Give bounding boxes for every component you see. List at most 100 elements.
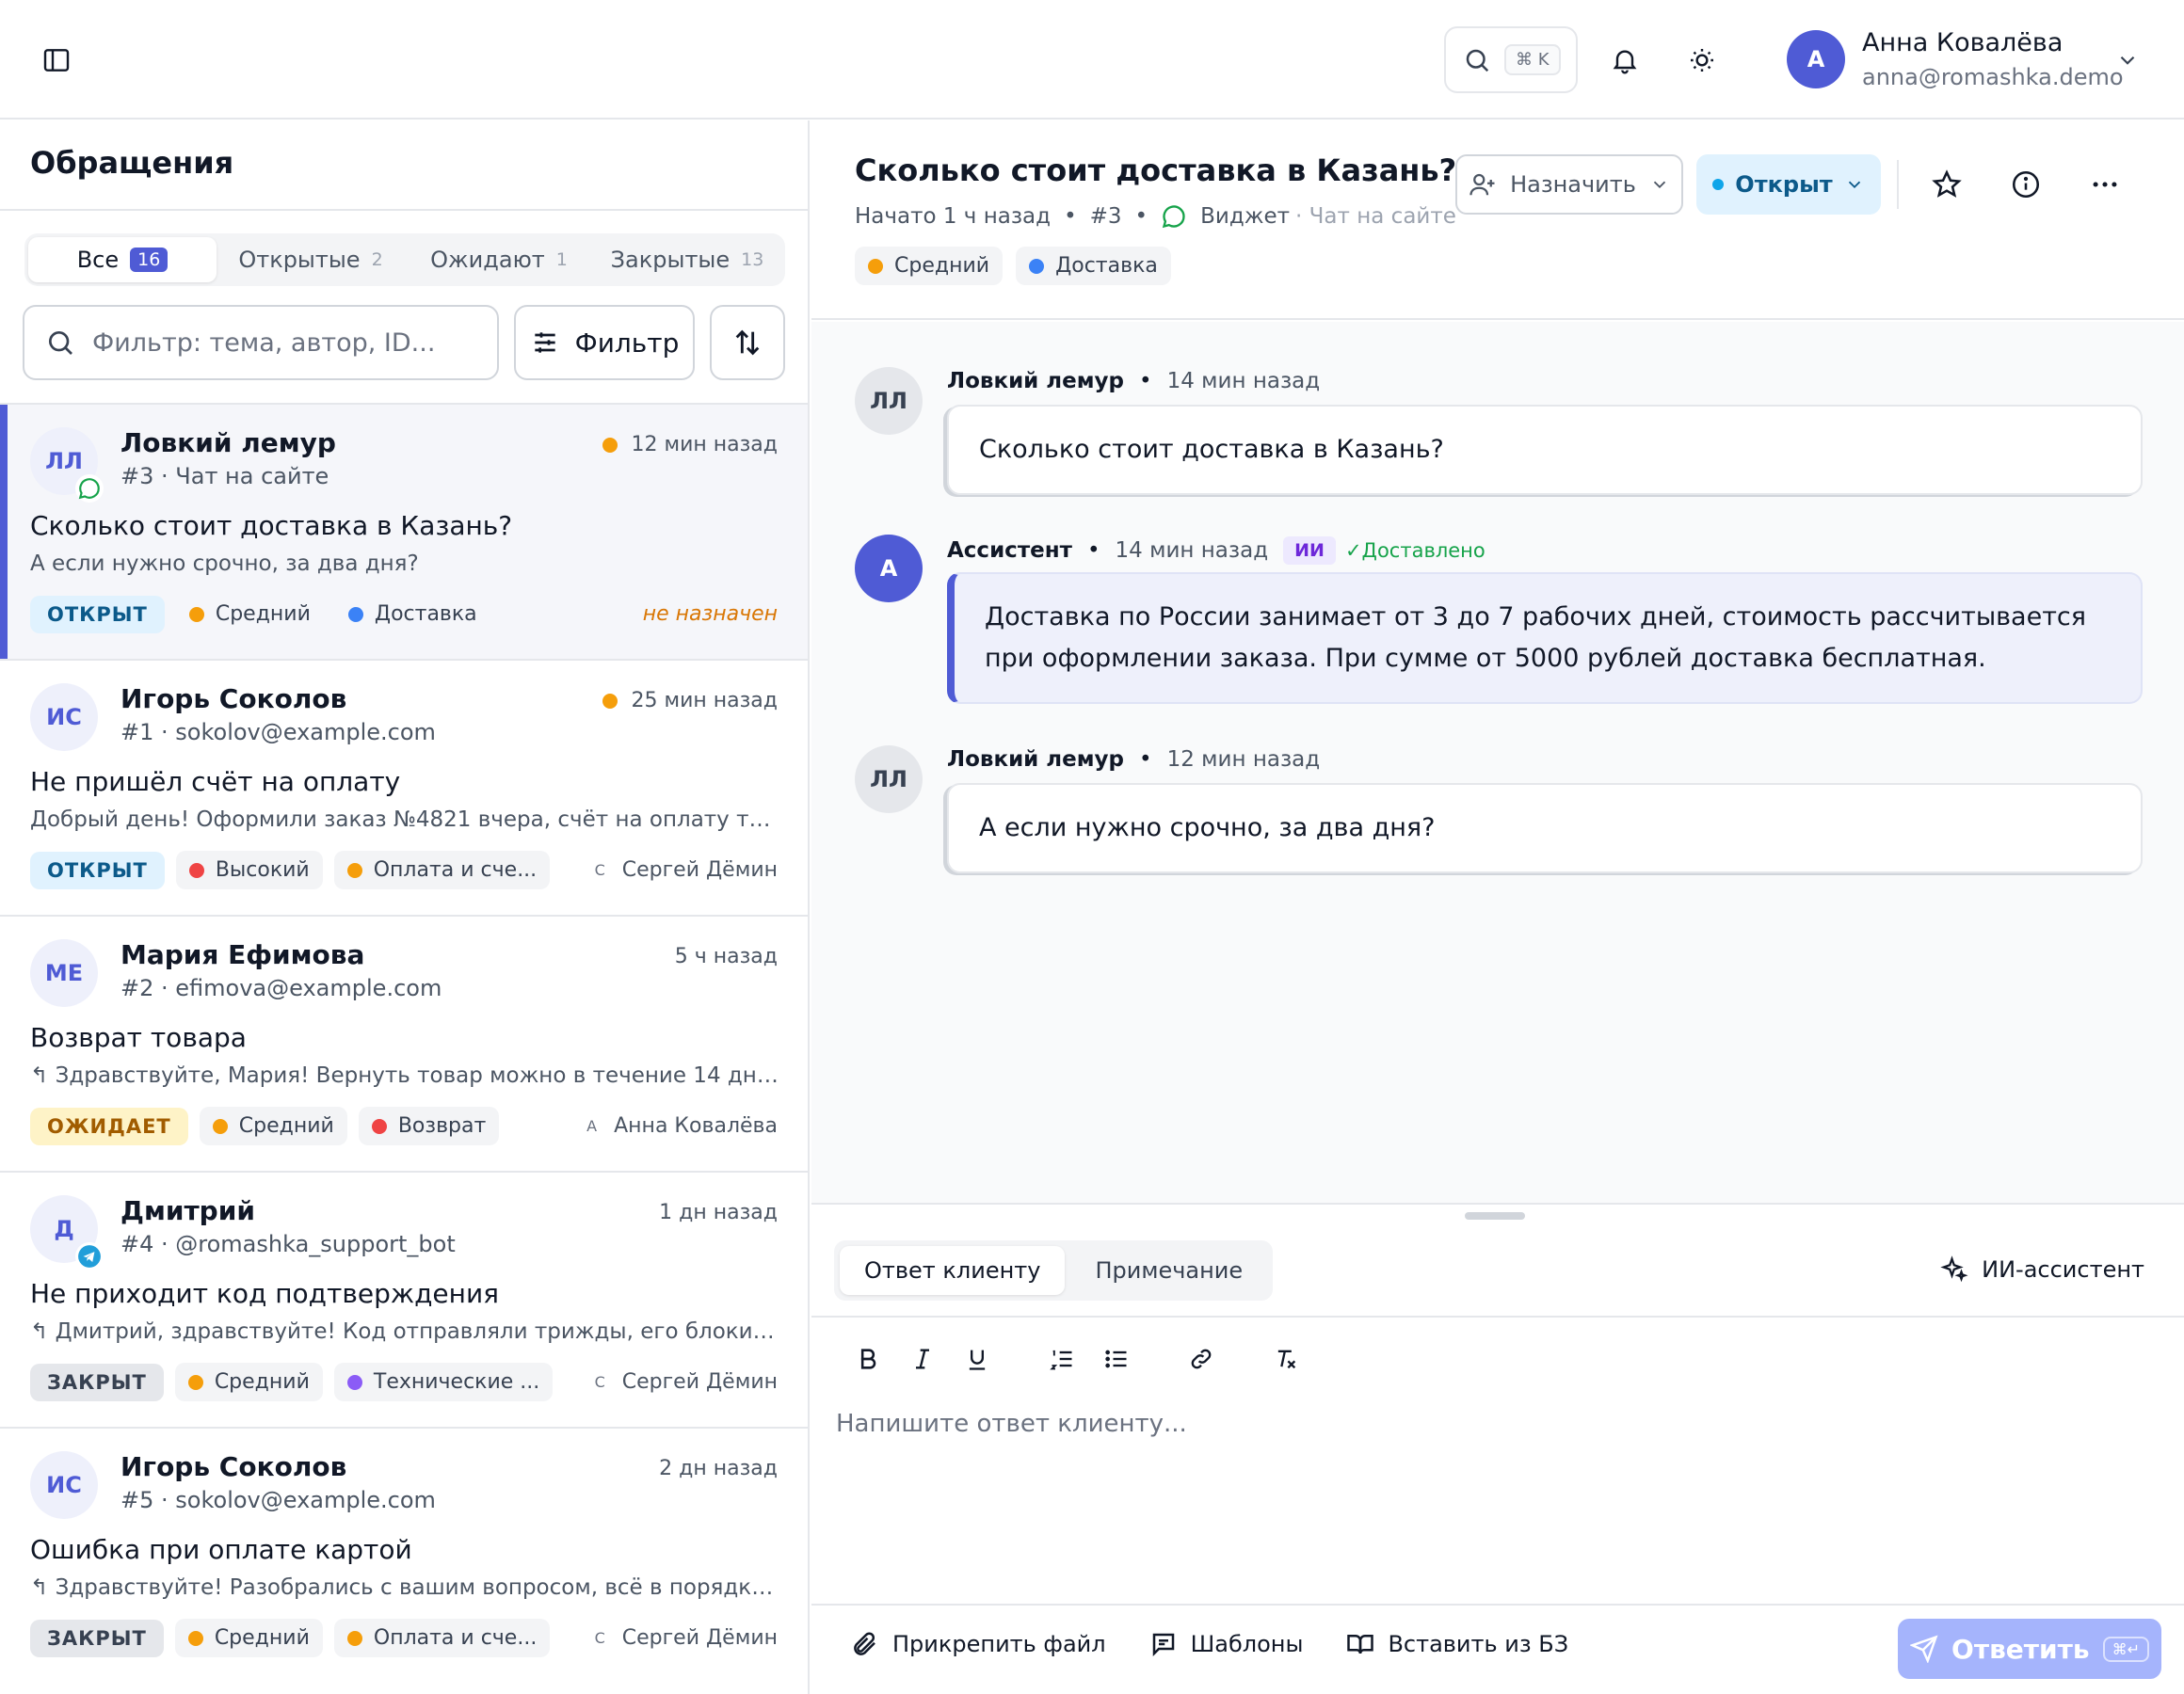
conversation-item[interactable]: ИС Игорь Соколов #5 · sokolov@example.co…: [0, 1427, 808, 1683]
reply-editor[interactable]: [832, 1402, 2160, 1553]
composer-actions: Прикрепить файл Шаблоны Вставить из БЗ: [851, 1630, 1568, 1658]
clear-format-icon[interactable]: [1263, 1336, 1309, 1382]
user-menu-chevron-down-icon[interactable]: [2111, 43, 2144, 77]
conversation-subject: Возврат товара: [30, 1022, 247, 1053]
sliders-icon: [530, 328, 560, 358]
priority-dot: [602, 437, 618, 453]
star-icon[interactable]: [1926, 164, 1967, 205]
ticket-source: @romashka_support_bot: [175, 1231, 456, 1257]
tab-reply[interactable]: Ответ клиенту: [840, 1246, 1066, 1295]
message: ЛЛ Ловкий лемур • 14 мин назад Сколько сто…: [855, 367, 2154, 499]
conversation-tags: ОЖИДАЕТ Средний Возврат: [30, 1107, 500, 1145]
conversation-list: ЛЛ Ловкий лемур #3 · Чат на сайте 12 мин…: [0, 403, 808, 1683]
message-thread: ЛЛ Ловкий лемур • 14 мин назад Сколько сто…: [811, 322, 2184, 1203]
link-icon[interactable]: [1179, 1336, 1224, 1382]
message-header: Ловкий лемур • 12 мин назад: [947, 747, 1320, 772]
reply-arrow-icon: ↰: [30, 1575, 56, 1600]
assign-button[interactable]: Назначить: [1455, 154, 1683, 215]
sort-button[interactable]: [710, 305, 785, 380]
customer-name: Игорь Соколов: [120, 1451, 347, 1482]
resize-handle[interactable]: [1465, 1212, 1525, 1220]
reply-arrow-icon: ↰: [30, 1319, 56, 1344]
tab-closed[interactable]: Закрытые 13: [593, 237, 781, 282]
message-author: Ловкий лемур: [947, 369, 1125, 393]
conversation-tags: ЗАКРЫТ Средний Оплата и сче...: [30, 1619, 551, 1657]
message-author: Ловкий лемур: [947, 747, 1125, 772]
customer-name: Дмитрий: [120, 1195, 255, 1226]
assignee: не назначен: [643, 602, 778, 626]
ordered-list-icon[interactable]: [1039, 1336, 1084, 1382]
italic-icon[interactable]: [900, 1336, 945, 1382]
tab-all[interactable]: Все 16: [28, 237, 217, 282]
search-icon: [45, 328, 75, 358]
category-tag: Оплата и сче...: [333, 1619, 551, 1657]
sort-arrows-icon: [731, 327, 763, 359]
ai-assistant-button[interactable]: ИИ-ассистент: [1940, 1255, 2144, 1284]
ticket-title: Сколько стоит доставка в Казань?: [855, 152, 1457, 188]
ticket-id: #5: [120, 1487, 154, 1513]
priority-tag: Средний: [176, 595, 324, 633]
assignee-initial: С: [594, 861, 605, 879]
bullet-list-icon[interactable]: [1094, 1336, 1139, 1382]
message-header: Ловкий лемур • 14 мин назад: [947, 369, 1320, 393]
insert-kb-button[interactable]: Вставить из БЗ: [1346, 1630, 1568, 1658]
underline-icon[interactable]: [955, 1336, 1000, 1382]
sidebar-toggle-icon[interactable]: [38, 41, 75, 79]
kb-label: Вставить из БЗ: [1388, 1631, 1569, 1657]
send-reply-button[interactable]: Ответить ⌘↵: [1898, 1619, 2161, 1679]
meta-separator: •: [1134, 204, 1148, 229]
delivered-status: ✓Доставлено: [1344, 539, 1485, 562]
ticket-panel: Сколько стоит доставка в Казань? Начато …: [811, 120, 2184, 1694]
sparkles-icon: [1940, 1255, 1968, 1284]
assignee-initial: С: [594, 1629, 605, 1647]
conversation-item[interactable]: ЛЛ Ловкий лемур #3 · Чат на сайте 12 мин…: [0, 403, 808, 659]
reply-arrow-icon: ↰: [30, 1063, 56, 1088]
tab-note[interactable]: Примечание: [1070, 1246, 1267, 1295]
conversation-time: 12 мин назад: [602, 433, 778, 456]
templates-button[interactable]: Шаблоны: [1149, 1630, 1304, 1658]
global-search-button[interactable]: ⌘ K: [1444, 26, 1578, 93]
message-time: 14 мин назад: [1115, 538, 1269, 563]
theme-sun-icon[interactable]: [1681, 40, 1723, 81]
filter-input[interactable]: [92, 328, 469, 358]
conversation-subject: Не пришёл счёт на оплату: [30, 766, 401, 797]
tab-label: Открытые: [238, 247, 361, 273]
message-time: 14 мин назад: [1166, 369, 1321, 393]
tab-count: 16: [130, 248, 169, 272]
info-icon[interactable]: [2005, 164, 2047, 205]
time-text: 1 дн назад: [659, 1201, 778, 1224]
customer-avatar: МЕ: [30, 939, 98, 1007]
assignee-name: Сергей Дёмин: [621, 1370, 778, 1394]
conversation-item[interactable]: ИС Игорь Соколов #1 · sokolov@example.co…: [0, 659, 808, 915]
bold-icon[interactable]: [845, 1336, 891, 1382]
inbox-tabs: Все 16 Открытые 2 Ожидают 1 Закрытые 13: [24, 233, 785, 286]
ticket-tags: Средний Доставка: [855, 247, 1171, 285]
tab-waiting[interactable]: Ожидают 1: [405, 237, 593, 282]
conversation-tags: ЗАКРЫТ Средний Технические ...: [30, 1363, 554, 1401]
ticket-source: Чат на сайте: [175, 463, 329, 489]
ticket-source: efimova@example.com: [175, 975, 442, 1001]
customer-avatar: ИС: [30, 1451, 98, 1519]
tab-count: 1: [555, 249, 568, 270]
filter-button[interactable]: Фильтр: [514, 305, 695, 380]
user-avatar[interactable]: А: [1787, 30, 1845, 88]
bell-icon[interactable]: [1604, 40, 1646, 81]
category-tag[interactable]: Доставка: [1016, 247, 1171, 285]
message-bubble: А если нужно срочно, за два дня?: [947, 783, 2143, 873]
status-dropdown[interactable]: Открыт: [1696, 154, 1881, 215]
conversation-item[interactable]: МЕ Мария Ефимова #2 · efimova@example.co…: [0, 915, 808, 1171]
tab-open[interactable]: Открытые 2: [217, 237, 405, 282]
user-name: Анна Ковалёва: [1862, 28, 2064, 57]
ticket-started: Начато 1 ч назад: [855, 204, 1052, 229]
preview-text: Дмитрий, здравствуйте! Код отправляли тр…: [55, 1319, 783, 1344]
more-horizontal-icon[interactable]: [2084, 164, 2126, 205]
top-bar: ⌘ K А Анна Ковалёва anna@romashka.demo: [0, 0, 2184, 120]
templates-label: Шаблоны: [1190, 1631, 1304, 1657]
conversation-item[interactable]: Д Дмитрий #4 · @romashka_support_bot 1 д…: [0, 1171, 808, 1427]
priority-tag[interactable]: Средний: [855, 247, 1004, 285]
chat-bubble-icon: [75, 474, 104, 503]
conversation-subject: Не приходит код подтверждения: [30, 1278, 499, 1309]
attach-file-button[interactable]: Прикрепить файл: [851, 1630, 1106, 1658]
inbox-title: Обращения: [30, 145, 234, 181]
time-text: 25 мин назад: [631, 689, 778, 712]
